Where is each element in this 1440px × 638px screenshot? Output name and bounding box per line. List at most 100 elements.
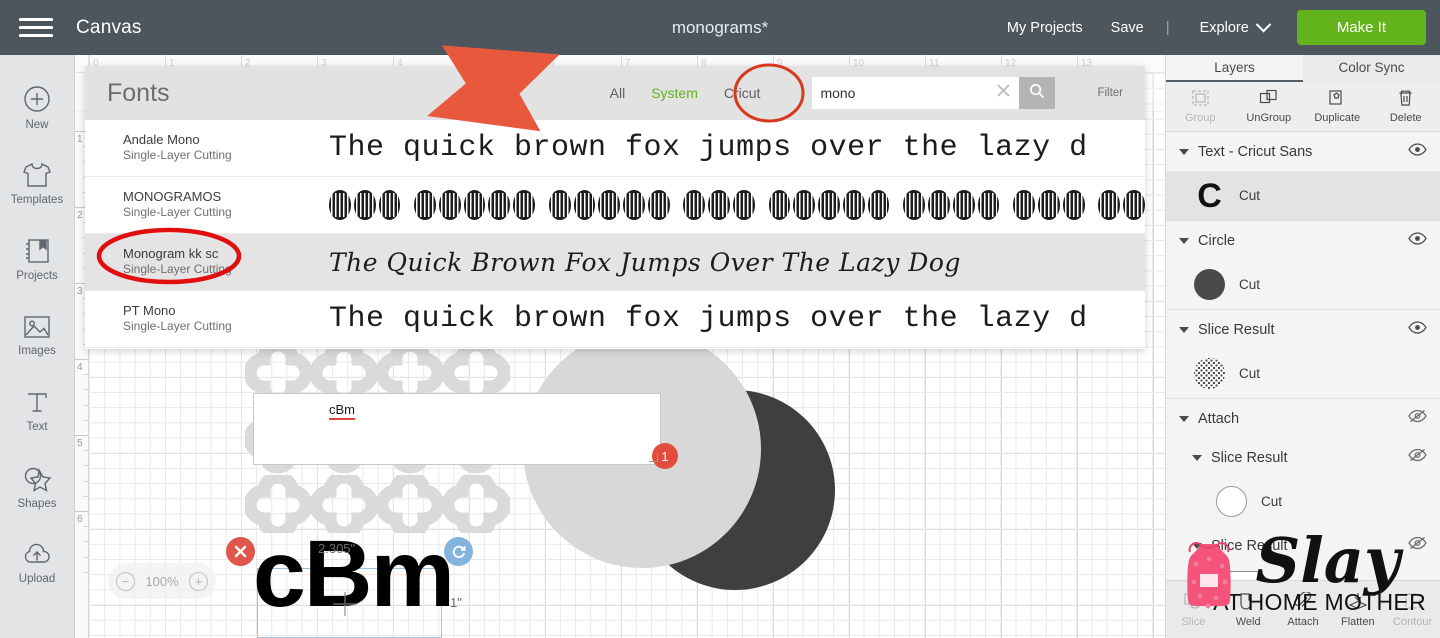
- layer-item[interactable]: Cut: [1166, 349, 1440, 398]
- monogram-glyph: [414, 190, 436, 220]
- my-projects-link[interactable]: My Projects: [993, 20, 1097, 36]
- font-row-pt-mono[interactable]: PT Mono Single-Layer Cutting The quick b…: [85, 291, 1145, 348]
- caret-down-icon[interactable]: [1179, 148, 1189, 155]
- layer-header[interactable]: Attach: [1166, 399, 1440, 438]
- tab-system[interactable]: System: [651, 85, 698, 101]
- tab-cricut[interactable]: Cricut: [724, 85, 761, 101]
- sidebar-item-new[interactable]: New: [0, 69, 75, 145]
- font-name: PT Mono: [123, 303, 176, 319]
- duplicate-button[interactable]: Duplicate: [1303, 82, 1372, 131]
- rotate-handle-button[interactable]: [444, 537, 473, 566]
- caret-down-icon[interactable]: [1179, 237, 1189, 244]
- font-row-andale-mono[interactable]: Andale Mono Single-Layer Cutting The qui…: [85, 120, 1145, 177]
- sidebar-item-label: Projects: [16, 269, 58, 282]
- sidebar-item-templates[interactable]: Templates: [0, 145, 75, 221]
- sidebar-item-label: Text: [26, 420, 48, 433]
- close-icon: [995, 82, 1012, 104]
- explore-dropdown[interactable]: Explore: [1178, 16, 1279, 36]
- monogram-glyph: [488, 190, 511, 220]
- clear-search-button[interactable]: [987, 77, 1020, 109]
- plus-icon[interactable]: +: [189, 571, 208, 591]
- monogram-glyph: [1098, 190, 1121, 220]
- monogram-glyph: [1123, 190, 1145, 220]
- fonts-panel[interactable]: Fonts All System Cricut mono Filter Anda…: [85, 66, 1145, 349]
- close-icon: [234, 545, 247, 558]
- selection-bounding-box[interactable]: cBm 2.305" 1": [226, 527, 473, 638]
- monogram-glyph: [463, 190, 486, 220]
- monogram-glyph: [867, 190, 890, 220]
- make-it-button[interactable]: Make It: [1296, 10, 1426, 45]
- layer-item-label: Cut: [1239, 188, 1261, 203]
- rotate-icon: [451, 544, 467, 560]
- font-preview: The quick brown fox jumps over the lazy …: [329, 131, 1088, 165]
- glyph-space: [538, 190, 546, 220]
- tab-layers[interactable]: Layers: [1166, 55, 1303, 82]
- monogram-glyph: [548, 190, 571, 220]
- sidebar-item-images[interactable]: Images: [0, 297, 75, 373]
- layer-header[interactable]: Text - Cricut Sans: [1166, 132, 1440, 171]
- top-bar: Canvas monograms* My Projects Save | Exp…: [0, 0, 1440, 55]
- font-sub-label: Single-Layer Cutting: [123, 262, 232, 277]
- visibility-hidden-eye-icon[interactable]: [1408, 409, 1427, 428]
- minus-icon[interactable]: −: [116, 571, 135, 591]
- layer-header[interactable]: Circle: [1166, 221, 1440, 260]
- glyph-space: [1002, 190, 1010, 220]
- visibility-hidden-eye-icon[interactable]: [1408, 448, 1427, 467]
- glyph-space: [673, 190, 681, 220]
- font-row-monogramos[interactable]: MONOGRAMOS Single-Layer Cutting: [85, 177, 1145, 234]
- search-button[interactable]: [1019, 77, 1056, 109]
- hamburger-menu-button[interactable]: [0, 0, 72, 55]
- monogram-glyph: [1013, 190, 1035, 220]
- layer-header[interactable]: Slice Result: [1166, 310, 1440, 349]
- text-t-icon: [23, 390, 51, 416]
- layer-header-nested[interactable]: Slice Result: [1166, 438, 1440, 477]
- sidebar-item-upload[interactable]: Upload: [0, 525, 75, 601]
- tab-all[interactable]: All: [610, 85, 626, 101]
- textbox-resize-handle[interactable]: [649, 453, 658, 462]
- tool-label: Flatten: [1340, 615, 1375, 628]
- monogram-glyph: [903, 190, 926, 220]
- picture-icon: [22, 314, 52, 340]
- filter-label[interactable]: Filter: [1097, 87, 1123, 99]
- font-row-monogram-kk-sc[interactable]: Monogram kk sc Single-Layer Cutting The …: [85, 234, 1145, 291]
- plus-circle-icon: [22, 84, 52, 114]
- visibility-eye-icon[interactable]: [1408, 320, 1427, 339]
- layers-panel-tabs: Layers Color Sync: [1166, 55, 1440, 82]
- layer-item[interactable]: Cut: [1166, 477, 1440, 526]
- layer-title: Slice Result: [1198, 321, 1275, 338]
- move-crosshair-icon[interactable]: [333, 592, 357, 616]
- text-edit-box[interactable]: cBm 1: [253, 393, 678, 469]
- layers-list[interactable]: Text - Cricut Sans C Cut Circle Cut Slic…: [1166, 132, 1440, 580]
- search-input[interactable]: [812, 77, 988, 109]
- visibility-eye-icon[interactable]: [1408, 142, 1427, 161]
- zoom-control[interactable]: − 100% +: [108, 563, 216, 599]
- ungroup-button[interactable]: UnGroup: [1235, 82, 1304, 131]
- save-button[interactable]: Save: [1097, 20, 1158, 36]
- layer-item-label: Cut: [1239, 366, 1261, 381]
- layer-item[interactable]: C Cut: [1166, 171, 1440, 220]
- visibility-hidden-eye-icon[interactable]: [1408, 536, 1427, 555]
- book-bookmark-icon: [23, 237, 51, 265]
- sidebar-item-text[interactable]: Text: [0, 373, 75, 449]
- monogram-glyph: [818, 190, 840, 220]
- layer-group-circle: Circle Cut: [1166, 221, 1440, 310]
- delete-button[interactable]: Delete: [1372, 82, 1440, 131]
- sidebar-item-shapes[interactable]: Shapes: [0, 449, 75, 525]
- font-search-group: [812, 77, 1056, 109]
- hamburger-icon: [19, 13, 53, 42]
- tab-color-sync[interactable]: Color Sync: [1303, 55, 1440, 82]
- caret-down-icon[interactable]: [1179, 415, 1189, 422]
- monogram-glyph: [928, 190, 950, 220]
- fonts-list[interactable]: Andale Mono Single-Layer Cutting The qui…: [85, 120, 1145, 349]
- caret-down-icon[interactable]: [1192, 454, 1202, 461]
- delete-handle-button[interactable]: [226, 537, 255, 566]
- sidebar-item-projects[interactable]: Projects: [0, 221, 75, 297]
- layer-item[interactable]: Cut: [1166, 260, 1440, 309]
- sidebar-item-label: Shapes: [17, 497, 57, 510]
- visibility-eye-icon[interactable]: [1408, 231, 1427, 250]
- font-preview: The Quick Brown Fox Jumps Over The Lazy …: [329, 247, 961, 277]
- caret-down-icon[interactable]: [1179, 326, 1189, 333]
- sidebar-item-label: Upload: [18, 572, 56, 585]
- group-button[interactable]: Group: [1166, 82, 1235, 131]
- selection-width-label: 2.305": [318, 541, 356, 556]
